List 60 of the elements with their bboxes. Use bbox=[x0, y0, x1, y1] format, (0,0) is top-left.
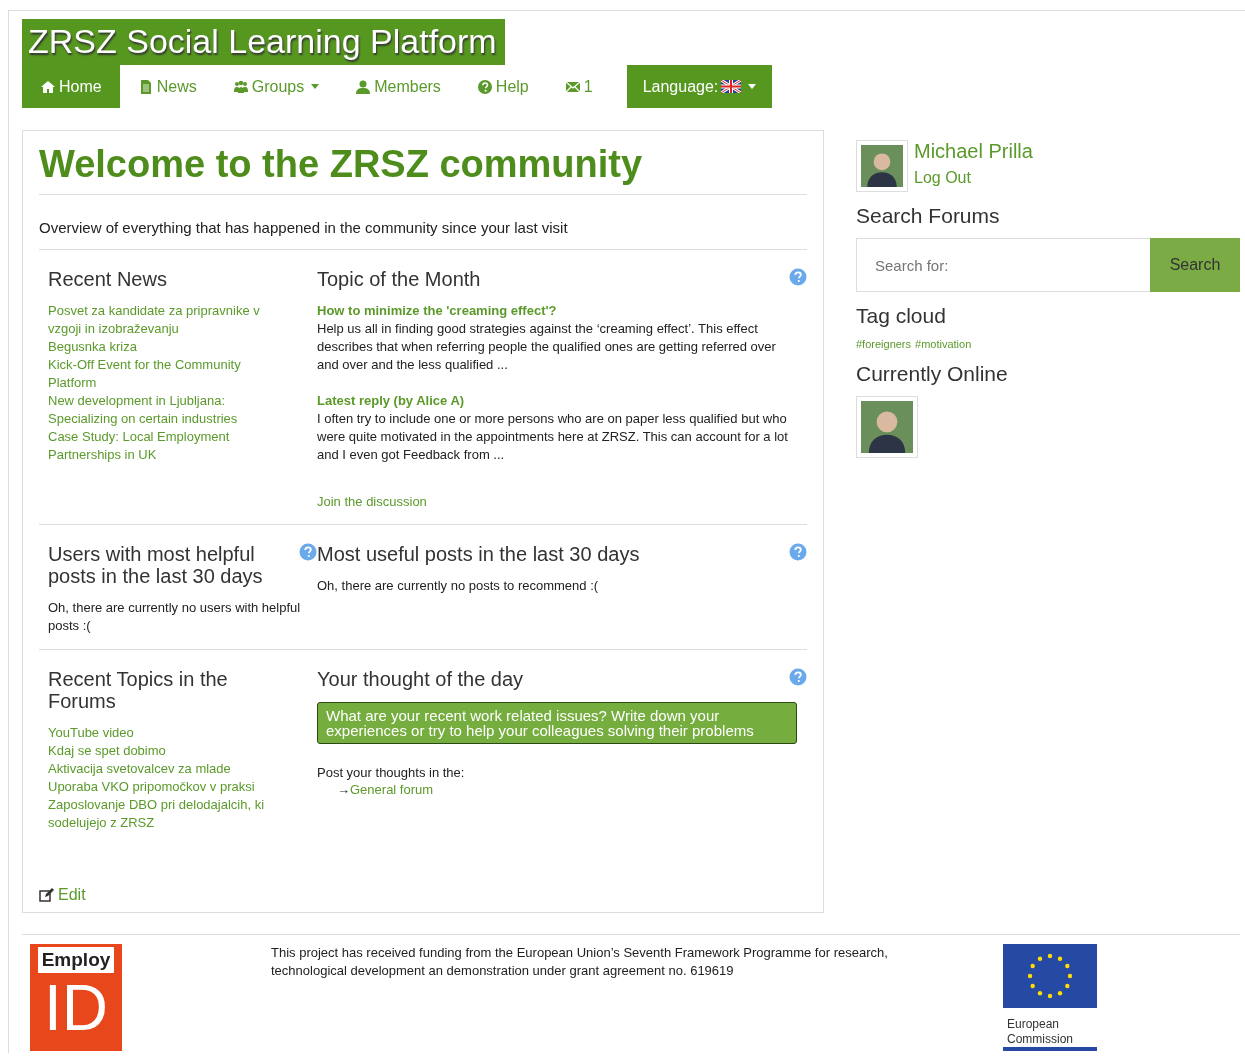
reply-text: I often try to include one or more persons who are on paper less qualified but who were quite motivated in the appointments here at ZRSZ. This can account for a lot and I even got Feedback from ... bbox=[317, 410, 789, 464]
topic-link[interactable]: Zaposlovanje DBO pri delodajalcih, ki sodelujejo z ZRSZ bbox=[48, 796, 273, 832]
section-heading: Most useful posts in the last 30 days bbox=[317, 543, 641, 565]
section-heading: Your thought of the day bbox=[317, 668, 525, 690]
empty-message: Oh, there are currently no users with helpful posts :( bbox=[48, 599, 302, 635]
reply-title: Latest reply (by Alice A) bbox=[317, 392, 466, 410]
page-title: Welcome to the ZRSZ community bbox=[39, 143, 807, 195]
funding-text: This project has received funding from the European Union’s Seventh Framework Programme for research, technological development an demonstration under grant agreement no. 619619 bbox=[271, 944, 889, 980]
house-icon bbox=[40, 78, 56, 95]
news-link[interactable]: Kick-Off Event for the Community Platform bbox=[48, 356, 273, 392]
forum-link[interactable]: General forum bbox=[350, 782, 434, 797]
section-heading: Users with most helpful posts in the last 30 days bbox=[48, 543, 264, 587]
topic-link[interactable]: Aktivacija svetovalcev za mlade bbox=[48, 760, 273, 778]
user-name[interactable]: Michael Prilla bbox=[914, 140, 1033, 163]
empty-message: Oh, there are currently no posts to recommend :( bbox=[317, 577, 600, 595]
news-link[interactable]: New development in Ljubljana: Specializing on certain industries bbox=[48, 392, 273, 428]
topic-link[interactable]: How to minimize the 'creaming effect'? bbox=[317, 302, 797, 320]
arrow-text: → bbox=[337, 782, 350, 797]
eu-flag-icon bbox=[1003, 944, 1097, 1008]
caret-icon bbox=[748, 84, 757, 89]
nav-tab[interactable]: Home bbox=[22, 65, 120, 108]
logout-link[interactable]: Log Out bbox=[914, 169, 1033, 187]
thought-prompt[interactable]: What are your recent work related issues? Write down your experiences or try to help your colleagues solving their problems bbox=[317, 702, 797, 744]
tag-link[interactable]: #foreigners bbox=[856, 338, 912, 350]
site-title[interactable]: ZRSZ Social Learning Platform bbox=[22, 19, 505, 65]
help-icon[interactable] bbox=[299, 543, 317, 561]
post-label: Post your thoughts in the: bbox=[317, 764, 466, 782]
edit-link[interactable]: Edit bbox=[39, 886, 86, 904]
section-heading: Search Forums bbox=[856, 204, 1001, 228]
topic-text: Help us all in finding good strategies against the ‘creaming effect’. This effect describes that when referring people the qualified ones are getting referred over and over and the less qualified ... bbox=[317, 320, 777, 374]
people-icon bbox=[232, 78, 249, 95]
topic-link[interactable]: YouTube video bbox=[48, 724, 273, 742]
search-button[interactable]: Search bbox=[1150, 238, 1240, 292]
edit-icon bbox=[39, 888, 54, 902]
language-button[interactable]: Language: bbox=[626, 65, 773, 108]
tag-link[interactable]: #motivation bbox=[915, 338, 972, 350]
section-heading: Recent News bbox=[48, 268, 168, 290]
news-link[interactable]: Case Study: Local Employment Partnerships in UK bbox=[48, 428, 273, 464]
eu-label: European Commission bbox=[1007, 1017, 1074, 1047]
section-heading: Recent Topics in the Forums bbox=[48, 668, 229, 712]
topic-link[interactable]: Uporaba VKO pripomočkov v praksi bbox=[48, 778, 273, 796]
person-icon bbox=[355, 78, 372, 95]
help-icon[interactable] bbox=[789, 668, 807, 686]
topic-link[interactable]: Kdaj se spet dobimo bbox=[48, 742, 273, 760]
news-link[interactable]: Posvet za kandidate za pripravnike v vzgoji in izobraževanju bbox=[48, 302, 273, 338]
search-field[interactable]: Search for: bbox=[856, 238, 1150, 292]
project-logo: Employ ID bbox=[30, 944, 122, 1051]
help-icon[interactable] bbox=[789, 543, 807, 561]
news-link[interactable]: Begusnka kriza bbox=[48, 338, 273, 356]
section-heading: Currently Online bbox=[856, 362, 1009, 386]
help-icon[interactable] bbox=[789, 268, 807, 286]
section-heading: Topic of the Month bbox=[317, 268, 482, 290]
help-icon bbox=[476, 78, 493, 95]
avatar-icon[interactable] bbox=[861, 401, 913, 453]
caret-icon bbox=[311, 84, 320, 89]
avatar-icon[interactable] bbox=[861, 145, 903, 187]
section-heading: Tag cloud bbox=[856, 304, 947, 328]
join-link[interactable]: Join the discussion bbox=[317, 494, 427, 509]
flag-icon bbox=[721, 80, 742, 93]
intro-text: Overview of everything that has happened in the community since your last visit bbox=[39, 195, 807, 250]
